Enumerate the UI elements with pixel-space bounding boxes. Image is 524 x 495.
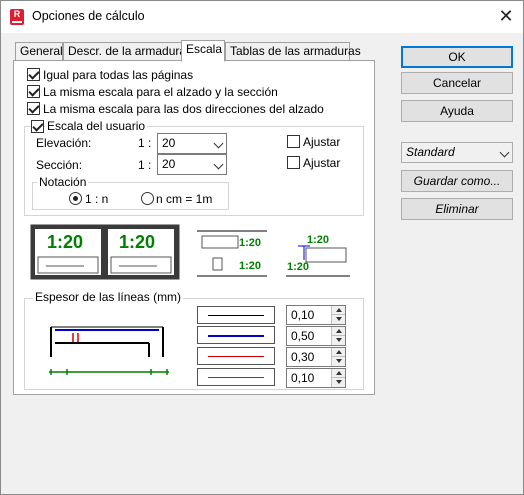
line-thickness-title: Espesor de las líneas (mm): [33, 290, 184, 304]
elevation-label: Elevación:: [36, 136, 92, 150]
section-scale-select[interactable]: 20: [157, 154, 227, 175]
save-as-button[interactable]: Guardar como...: [401, 170, 513, 192]
same-both-directions-label: La misma escala para las dos direcciones…: [43, 102, 324, 116]
tab-label: Escala: [186, 42, 223, 56]
close-icon[interactable]: ✕: [493, 5, 519, 27]
help-button[interactable]: Ayuda: [401, 100, 513, 122]
spin-up-icon[interactable]: [331, 327, 345, 336]
tab-rebar-description[interactable]: Descr. de la armadura: [63, 42, 186, 60]
tab-rebar-tables[interactable]: Tablas de las armaduras: [225, 42, 361, 60]
user-scale-checkbox[interactable]: [31, 120, 44, 133]
section-prefix: 1 :: [138, 158, 152, 172]
app-logo-icon: R: [10, 9, 24, 25]
section-adjust-checkbox[interactable]: [287, 156, 300, 169]
line-thickness-value: 0,10: [291, 371, 315, 385]
notation-option-ncm: n cm = 1m: [156, 192, 213, 206]
same-elevation-section-checkbox[interactable]: [27, 85, 40, 98]
user-scale-title: Escala del usuario: [45, 119, 148, 133]
section-scale-value: 20: [162, 157, 176, 171]
preset-value: Standard: [406, 145, 455, 159]
section-adjust-label: Ajustar: [303, 156, 341, 170]
line-thickness-value: 0,10: [291, 308, 315, 322]
spin-up-icon[interactable]: [331, 348, 345, 357]
spin-down-icon[interactable]: [331, 315, 345, 324]
preview-mid-scale-top: 1:20: [239, 237, 262, 249]
chevron-down-icon: [213, 159, 224, 170]
line-thickness-stepper-4[interactable]: 0,10: [286, 368, 346, 388]
title-bar: R Opciones de cálculo ✕: [1, 1, 523, 33]
spin-up-icon[interactable]: [331, 306, 345, 315]
line-thickness-value: 0,30: [291, 350, 315, 364]
spin-down-icon[interactable]: [331, 336, 345, 345]
notation-radio-ncm[interactable]: [141, 192, 154, 205]
ok-button[interactable]: OK: [401, 46, 513, 68]
dialog-window: R Opciones de cálculo ✕ General Descr. d…: [0, 0, 524, 495]
app-logo-letter: R: [13, 9, 21, 19]
tab-label: General: [20, 44, 63, 58]
line-thickness-stepper-1[interactable]: 0,10: [286, 305, 346, 325]
elevation-adjust-label: Ajustar: [303, 135, 341, 149]
preset-select[interactable]: Standard: [401, 142, 513, 163]
delete-button[interactable]: Eliminar: [401, 198, 513, 220]
cancel-button[interactable]: Cancelar: [401, 72, 513, 94]
notation-radio-1n[interactable]: [69, 192, 82, 205]
same-both-directions-checkbox[interactable]: [27, 102, 40, 115]
line-thickness-stepper-3[interactable]: 0,30: [286, 347, 346, 367]
line-style-green[interactable]: [197, 368, 275, 386]
spin-down-icon[interactable]: [331, 378, 345, 387]
elevation-adjust-checkbox[interactable]: [287, 135, 300, 148]
same-all-pages-checkbox[interactable]: [27, 68, 40, 81]
line-thickness-stepper-2[interactable]: 0,50: [286, 326, 346, 346]
preview-scale-text-b: 1:20: [119, 232, 156, 252]
line-thickness-preview: [49, 326, 169, 375]
preview-mid-scale-bottom: 1:20: [239, 260, 262, 272]
line-style-black[interactable]: [197, 306, 275, 324]
chevron-down-icon: [213, 138, 224, 149]
section-label: Sección:: [36, 158, 83, 172]
tab-scale[interactable]: Escala: [181, 40, 225, 62]
line-style-blue[interactable]: [197, 326, 275, 344]
spin-up-icon[interactable]: [331, 369, 345, 378]
preview-right-scale-bottom: 1:20: [287, 261, 310, 273]
elevation-scale-select[interactable]: 20: [157, 133, 227, 154]
tab-general[interactable]: General: [15, 42, 63, 60]
elevation-scale-value: 20: [162, 136, 176, 150]
preview-scale-text-a: 1:20: [47, 232, 84, 252]
notation-option-1n: 1 : n: [85, 192, 109, 206]
tab-label: Tablas de las armaduras: [230, 44, 361, 58]
line-thickness-value: 0,50: [291, 329, 315, 343]
tab-label: Descr. de la armadura: [68, 44, 187, 58]
same-elevation-section-label: La misma escala para el alzado y la secc…: [43, 85, 278, 99]
line-style-red[interactable]: [197, 347, 275, 365]
window-title: Opciones de cálculo: [32, 9, 145, 23]
preview-right-scale-top: 1:20: [307, 234, 330, 246]
notation-title: Notación: [37, 175, 89, 189]
chevron-down-icon: [499, 147, 510, 158]
spin-down-icon[interactable]: [331, 357, 345, 366]
same-all-pages-label: Igual para todas las páginas: [43, 68, 194, 82]
elevation-prefix: 1 :: [138, 136, 152, 150]
